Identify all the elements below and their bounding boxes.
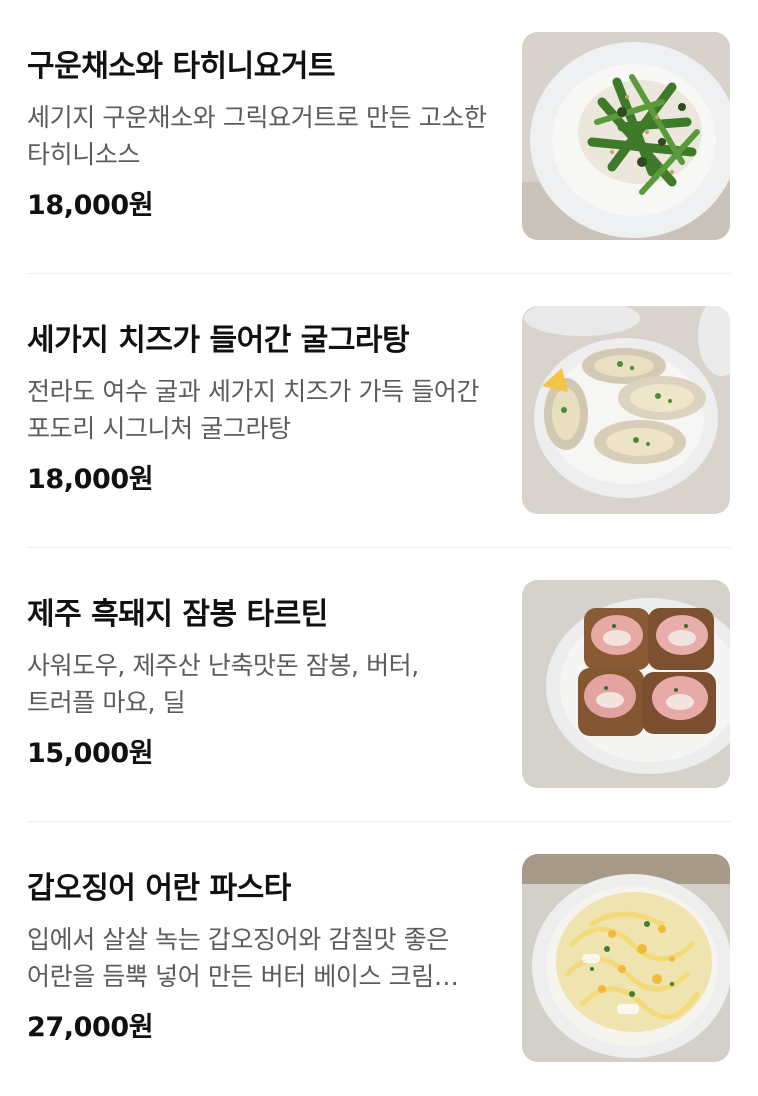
oyster-gratin-photo[interactable] [522,306,730,514]
menu-item-description: 전라도 여수 굴과 세가지 치즈가 가득 들어간 포도리 시그니처 굴그라탕 [27,377,480,443]
menu-list: 구운채소와 타히니요거트 세기지 구운채소와 그릭요거트로 만든 고소한 타히니… [0,0,758,1088]
menu-item-name: 세가지 치즈가 들어간 굴그라탕 [27,323,410,358]
menu-item-name: 구운채소와 타히니요거트 [27,49,336,84]
menu-item-price: 15,000원 [27,738,154,769]
jambon-tartine-photo[interactable] [522,580,730,788]
menu-item-name: 갑오징어 어란 파스타 [27,871,291,906]
menu-item[interactable]: 갑오징어 어란 파스타 입에서 살살 녹는 갑오징어와 감칠맛 좋은 어란을 듬… [0,822,758,1096]
menu-item-description: 세기지 구운채소와 그릭요거트로 만든 고소한 타히니소스 [27,103,487,169]
menu-item-description: 입에서 살살 녹는 갑오징어와 감칠맛 좋은 어란을 듬뿍 넣어 만든 버터 베… [27,925,449,991]
squid-bottarga-pasta-photo[interactable] [522,854,730,1062]
menu-item-name: 제주 흑돼지 잠봉 타르틴 [27,597,328,632]
menu-item-price: 27,000원 [27,1012,154,1043]
grilled-vegetables-photo[interactable] [522,32,730,240]
menu-item[interactable]: 구운채소와 타히니요거트 세기지 구운채소와 그릭요거트로 만든 고소한 타히니… [0,0,758,274]
menu-item[interactable]: 제주 흑돼지 잠봉 타르틴 사워도우, 제주산 난축맛돈 잠봉, 버터, 트러플… [0,548,758,822]
menu-item-price: 18,000원 [27,190,154,221]
menu-item[interactable]: 세가지 치즈가 들어간 굴그라탕 전라도 여수 굴과 세가지 치즈가 가득 들어… [0,274,758,548]
menu-item-price: 18,000원 [27,464,154,495]
menu-item-description: 사워도우, 제주산 난축맛돈 잠봉, 버터, 트러플 마요, 딜 [27,651,419,717]
